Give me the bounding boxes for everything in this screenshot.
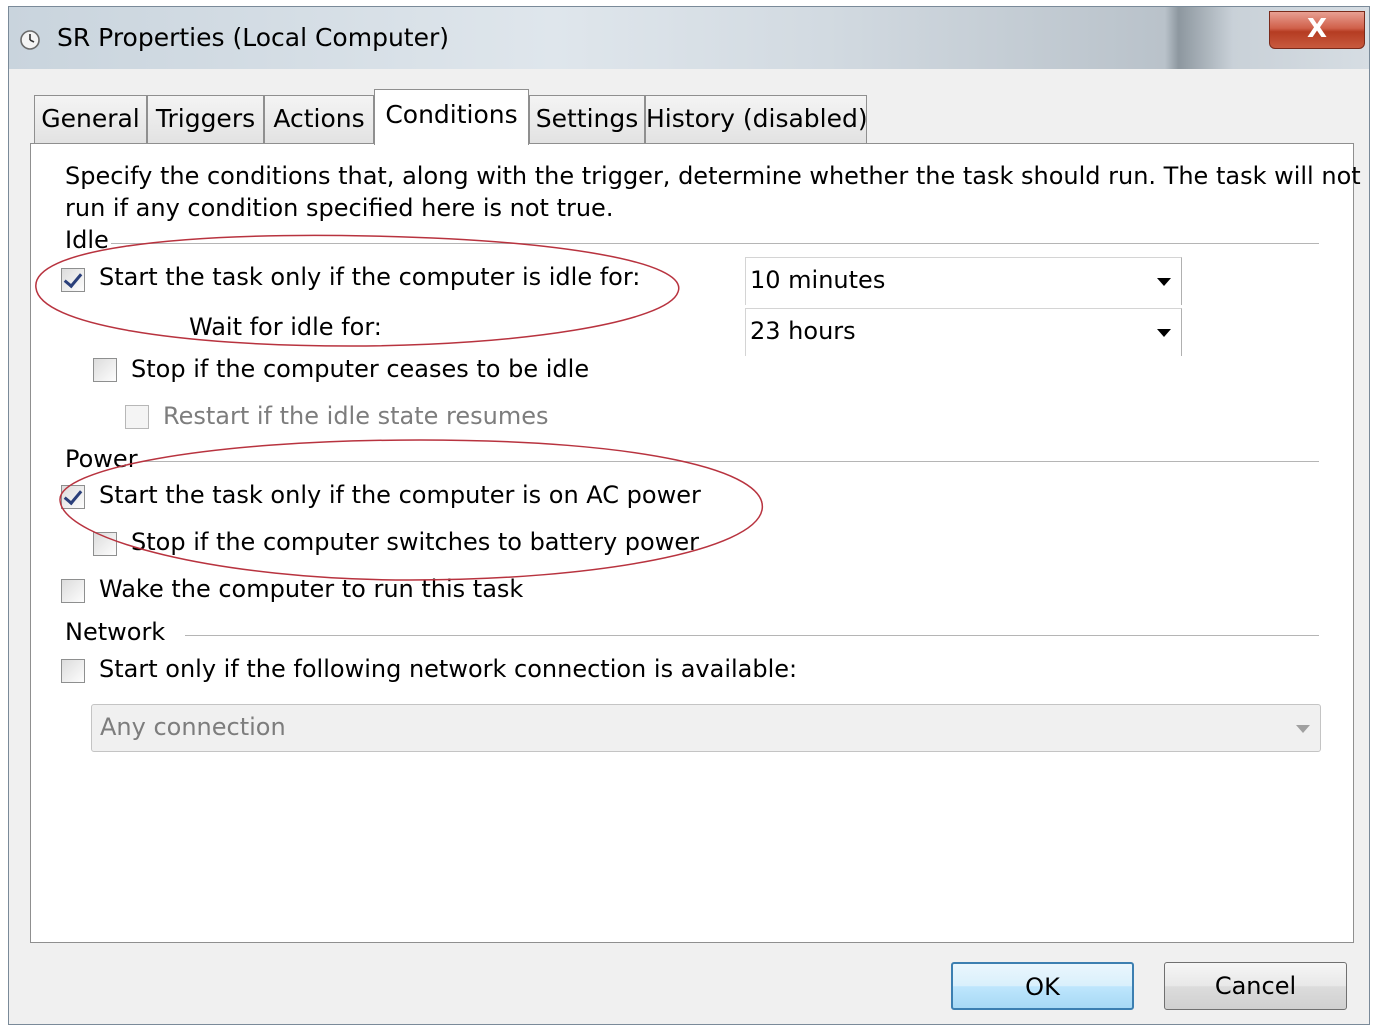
idle-duration-value: 10 minutes bbox=[750, 266, 886, 294]
network-label: Start only if the following network conn… bbox=[99, 655, 798, 683]
wait-for-idle-label: Wait for idle for: bbox=[189, 313, 382, 341]
restart-if-idle-checkbox[interactable] bbox=[125, 405, 149, 429]
chevron-down-icon bbox=[1296, 725, 1310, 733]
network-group-divider bbox=[185, 635, 1319, 636]
cancel-button[interactable]: Cancel bbox=[1164, 962, 1347, 1010]
tab-history[interactable]: History (disabled) bbox=[645, 95, 868, 143]
start-if-idle-label: Start the task only if the computer is i… bbox=[99, 263, 641, 291]
network-checkbox[interactable] bbox=[61, 659, 85, 683]
ac-power-label: Start the task only if the computer is o… bbox=[99, 481, 701, 509]
ac-power-checkbox[interactable] bbox=[61, 485, 85, 509]
power-group-label: Power bbox=[65, 445, 138, 473]
tab-settings[interactable]: Settings bbox=[529, 95, 645, 143]
restart-if-idle-label: Restart if the idle state resumes bbox=[163, 402, 549, 430]
conditions-panel: Specify the conditions that, along with … bbox=[30, 143, 1361, 943]
description-line-2: run if any condition specified here is n… bbox=[65, 194, 614, 222]
properties-dialog: SR Properties (Local Computer) X General… bbox=[8, 6, 1370, 1025]
tab-actions[interactable]: Actions bbox=[264, 95, 374, 143]
start-if-idle-checkbox[interactable] bbox=[61, 268, 85, 292]
tab-triggers[interactable]: Triggers bbox=[147, 95, 264, 143]
close-button[interactable]: X bbox=[1269, 11, 1365, 49]
network-connection-value: Any connection bbox=[100, 713, 286, 741]
wake-computer-checkbox[interactable] bbox=[61, 579, 85, 603]
network-connection-select[interactable]: Any connection bbox=[91, 704, 1321, 752]
tab-general[interactable]: General bbox=[34, 95, 147, 143]
network-group-label: Network bbox=[65, 618, 166, 646]
wait-duration-select[interactable]: 23 hours bbox=[745, 308, 1182, 356]
close-icon: X bbox=[1306, 14, 1328, 44]
power-group-divider bbox=[143, 461, 1319, 462]
window-title: SR Properties (Local Computer) bbox=[57, 23, 450, 52]
stop-on-battery-label: Stop if the computer switches to battery… bbox=[131, 528, 699, 556]
tab-conditions[interactable]: Conditions bbox=[374, 89, 529, 145]
stop-on-battery-checkbox[interactable] bbox=[93, 532, 117, 556]
chevron-down-icon bbox=[1157, 278, 1171, 286]
wake-computer-label: Wake the computer to run this task bbox=[99, 575, 524, 603]
ok-button[interactable]: OK bbox=[951, 962, 1134, 1010]
stop-if-not-idle-checkbox[interactable] bbox=[93, 358, 117, 382]
stop-if-not-idle-label: Stop if the computer ceases to be idle bbox=[131, 355, 590, 383]
idle-duration-select[interactable]: 10 minutes bbox=[745, 257, 1182, 305]
idle-group-divider bbox=[111, 243, 1319, 244]
idle-group-label: Idle bbox=[65, 226, 109, 254]
chevron-down-icon bbox=[1157, 329, 1171, 337]
description-line-1: Specify the conditions that, along with … bbox=[65, 162, 1361, 190]
clock-icon bbox=[20, 30, 40, 50]
wait-duration-value: 23 hours bbox=[750, 317, 856, 345]
title-bar[interactable]: SR Properties (Local Computer) X bbox=[9, 7, 1369, 69]
